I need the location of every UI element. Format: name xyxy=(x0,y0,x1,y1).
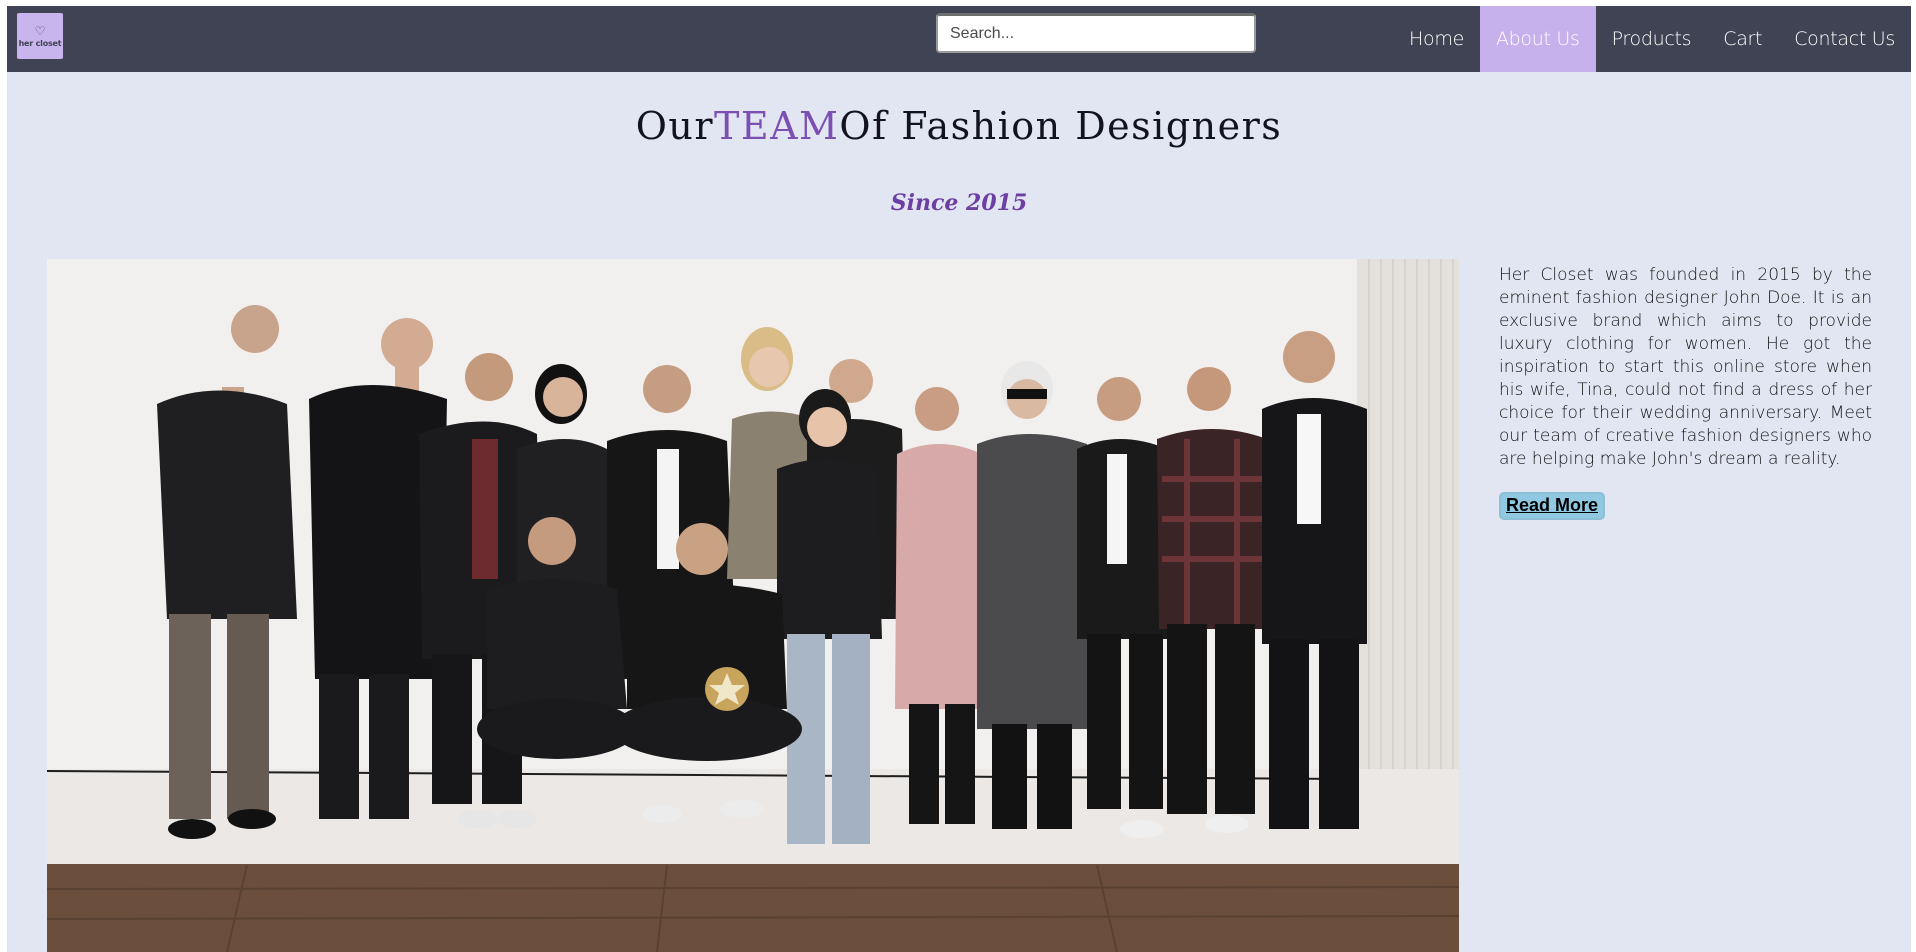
nav-contact-us[interactable]: Contact Us xyxy=(1778,6,1911,72)
nav-cart[interactable]: Cart xyxy=(1707,6,1778,72)
title-suffix: Of Fashion Designers xyxy=(839,104,1283,148)
read-more-button[interactable]: Read More xyxy=(1499,492,1606,520)
page-frame: ♡ her closet Home About Us Products Cart… xyxy=(7,6,1911,952)
brand-logo-text: her closet xyxy=(18,39,62,48)
nav-products[interactable]: Products xyxy=(1596,6,1708,72)
team-photo-illustration xyxy=(47,259,1459,952)
heart-icon: ♡ xyxy=(34,24,46,38)
page-title: OurTEAMOf Fashion Designers xyxy=(7,104,1911,148)
title-prefix: Our xyxy=(635,104,714,148)
about-description: Her Closet was founded in 2015 by the em… xyxy=(1499,265,1872,469)
navbar: ♡ her closet Home About Us Products Cart… xyxy=(7,6,1911,72)
nav-home[interactable]: Home xyxy=(1393,6,1480,72)
page-subtitle: Since 2015 xyxy=(890,190,1028,216)
team-photo xyxy=(47,259,1459,952)
brand-logo[interactable]: ♡ her closet xyxy=(17,13,63,59)
search-input[interactable] xyxy=(936,13,1256,53)
nav-about-us[interactable]: About Us xyxy=(1479,6,1596,72)
title-accent: TEAM xyxy=(713,104,840,148)
main-nav: Home About Us Products Cart Contact Us xyxy=(1393,6,1911,72)
